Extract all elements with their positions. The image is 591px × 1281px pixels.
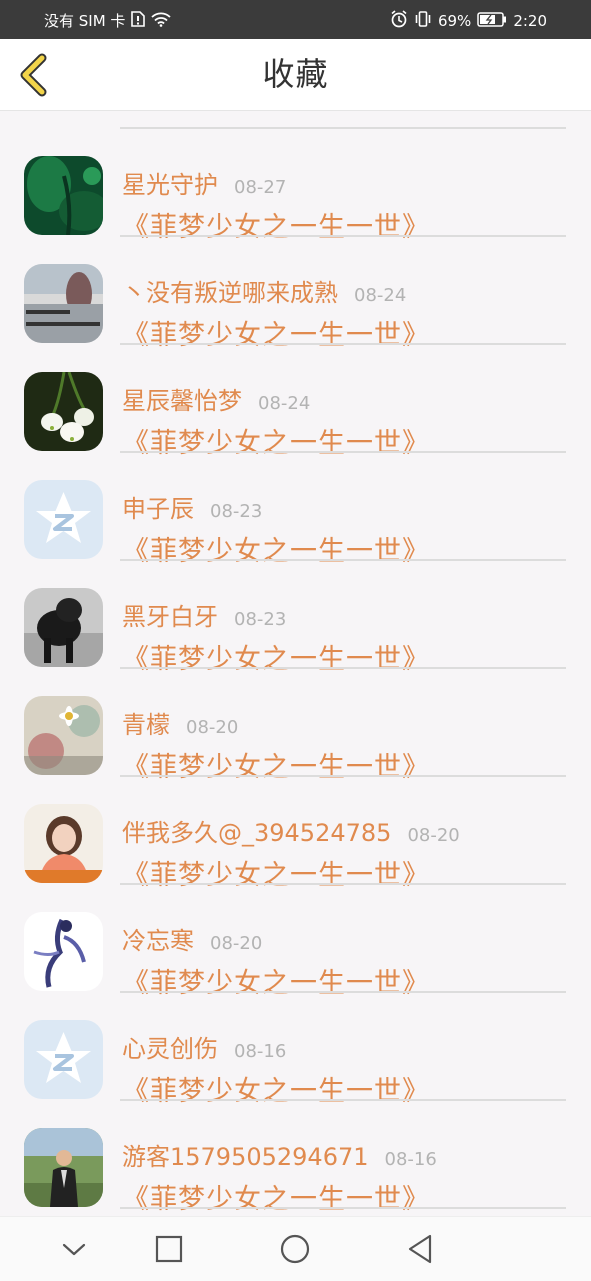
favorite-date: 08-27	[234, 177, 287, 198]
book-title[interactable]: 《菲梦少女之一生一世》	[122, 1177, 430, 1216]
battery-icon	[477, 11, 507, 31]
avatar[interactable]	[24, 156, 103, 235]
wifi-icon	[151, 11, 172, 31]
user-name[interactable]: 游客1579505294671	[122, 1137, 369, 1172]
triangle-back-icon	[408, 1234, 432, 1264]
favorite-date: 08-23	[234, 609, 287, 630]
avatar[interactable]	[24, 1020, 103, 1099]
square-icon	[155, 1235, 183, 1263]
favorite-date: 08-16	[234, 1041, 287, 1062]
status-left: 没有 SIM 卡	[44, 10, 172, 31]
nav-home-button[interactable]	[277, 1231, 313, 1267]
chevron-down-icon	[62, 1243, 86, 1256]
system-nav-bar	[0, 1216, 591, 1281]
avatar[interactable]	[24, 804, 103, 883]
avatar[interactable]	[24, 1128, 103, 1207]
page-title: 收藏	[262, 55, 329, 93]
favorite-date: 08-23	[210, 501, 263, 522]
favorite-item[interactable]: 冷忘寒 08-20 《菲梦少女之一生一世》	[0, 883, 591, 999]
user-name[interactable]: 丶没有叛逆哪来成熟	[122, 273, 338, 308]
favorite-item[interactable]: 青檬 08-20 《菲梦少女之一生一世》	[0, 667, 591, 783]
circle-icon	[280, 1234, 310, 1264]
nav-hide-button[interactable]	[56, 1231, 92, 1267]
alarm-icon	[390, 10, 408, 32]
user-name[interactable]: 青檬	[122, 705, 170, 740]
favorite-item[interactable]: 星辰馨怡梦 08-24 《菲梦少女之一生一世》	[0, 343, 591, 459]
avatar[interactable]	[24, 912, 103, 991]
status-right: 69% 2:20	[390, 10, 547, 32]
row-divider	[120, 1207, 566, 1209]
item-header: 冷忘寒 08-20	[122, 921, 262, 956]
user-name[interactable]: 伴我多久@_394524785	[122, 813, 391, 848]
favorite-item[interactable]: 申子辰 08-23 《菲梦少女之一生一世》	[0, 451, 591, 567]
favorite-item[interactable]: 心灵创伤 08-16 《菲梦少女之一生一世》	[0, 991, 591, 1107]
favorite-item[interactable]: 黑牙白牙 08-23 《菲梦少女之一生一世》	[0, 559, 591, 675]
item-header: 黑牙白牙 08-23	[122, 597, 286, 632]
status-bar: 没有 SIM 卡 69% 2:20	[0, 0, 591, 39]
avatar[interactable]	[24, 264, 103, 343]
item-header: 申子辰 08-23	[122, 489, 262, 524]
user-name[interactable]: 星辰馨怡梦	[122, 381, 242, 416]
favorite-date: 08-20	[407, 825, 460, 846]
battery-percent: 69%	[437, 12, 472, 30]
item-header: 伴我多久@_394524785 08-20	[122, 813, 460, 848]
favorites-list[interactable]: 星光守护 08-27 《菲梦少女之一生一世》 丶没有叛逆哪来成熟 08-24 《菲梦少女之…	[0, 110, 591, 1216]
app-header: 收藏	[0, 39, 591, 111]
item-header: 心灵创伤 08-16	[122, 1029, 286, 1064]
item-header: 青檬 08-20	[122, 705, 238, 740]
vibrate-icon	[414, 10, 432, 32]
nav-recents-button[interactable]	[151, 1231, 187, 1267]
item-header: 星辰馨怡梦 08-24	[122, 381, 310, 416]
carrier-text: 没有 SIM 卡	[44, 12, 126, 30]
item-header: 游客1579505294671 08-16	[122, 1137, 437, 1172]
item-header: 丶没有叛逆哪来成熟 08-24	[122, 273, 406, 308]
favorite-item[interactable]: 星光守护 08-27 《菲梦少女之一生一世》	[0, 127, 591, 243]
user-name[interactable]: 心灵创伤	[122, 1029, 218, 1064]
item-header: 星光守护 08-27	[122, 165, 286, 200]
favorite-date: 08-24	[258, 393, 311, 414]
favorite-item[interactable]: 丶没有叛逆哪来成熟 08-24 《菲梦少女之一生一世》	[0, 235, 591, 351]
favorite-date: 08-20	[210, 933, 263, 954]
avatar[interactable]	[24, 372, 103, 451]
user-name[interactable]: 冷忘寒	[122, 921, 194, 956]
avatar[interactable]	[24, 480, 103, 559]
clock-time: 2:20	[513, 12, 547, 30]
avatar[interactable]	[24, 588, 103, 667]
user-name[interactable]: 申子辰	[122, 489, 194, 524]
favorite-item[interactable]: 游客1579505294671 08-16 《菲梦少女之一生一世》	[0, 1099, 591, 1215]
favorite-date: 08-16	[384, 1149, 437, 1170]
favorite-date: 08-24	[354, 285, 407, 306]
avatar[interactable]	[24, 696, 103, 775]
favorite-item[interactable]: 伴我多久@_394524785 08-20 《菲梦少女之一生一世》	[0, 775, 591, 891]
favorite-date: 08-20	[186, 717, 239, 738]
sim-alert-icon	[131, 10, 146, 31]
list-item-partial	[0, 110, 591, 129]
user-name[interactable]: 黑牙白牙	[122, 597, 218, 632]
nav-back-button[interactable]	[402, 1231, 438, 1267]
user-name[interactable]: 星光守护	[122, 165, 218, 200]
